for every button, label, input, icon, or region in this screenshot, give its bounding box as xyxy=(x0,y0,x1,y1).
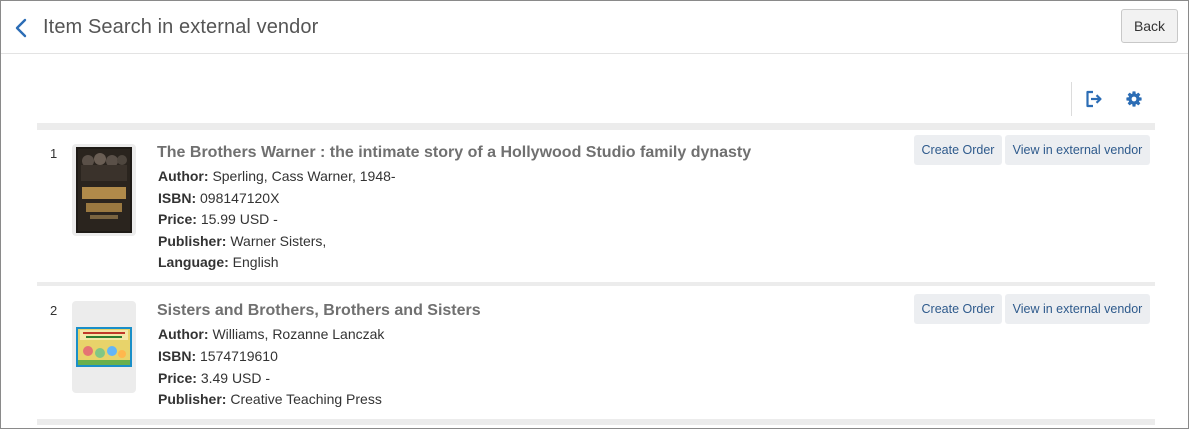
price-label: Price: xyxy=(158,370,197,386)
results-bottom-divider xyxy=(37,419,1155,425)
price-value: 15.99 USD - xyxy=(200,211,278,227)
isbn-label: ISBN: xyxy=(158,348,197,364)
isbn-value: 1574719610 xyxy=(200,348,278,364)
page-frame: Item Search in external vendor Back 1 Th… xyxy=(0,0,1189,429)
publisher-label: Publisher: xyxy=(158,391,227,407)
author-field: Author: Williams, Rozanne Lanczak xyxy=(158,326,384,342)
result-item: 2 Sisters and Brothers, Brothers and Sis… xyxy=(37,286,1155,419)
author-value: Williams, Rozanne Lanczak xyxy=(212,326,385,342)
back-chevron-icon[interactable] xyxy=(13,17,29,39)
export-icon[interactable] xyxy=(1084,89,1104,109)
view-in-external-vendor-button[interactable]: View in external vendor xyxy=(1005,294,1150,324)
book-cover-art xyxy=(76,327,132,367)
price-label: Price: xyxy=(158,211,197,227)
price-value: 3.49 USD - xyxy=(200,370,271,386)
create-order-button[interactable]: Create Order xyxy=(914,135,1002,165)
page-title: Item Search in external vendor xyxy=(43,16,319,38)
isbn-value: 098147120X xyxy=(200,190,280,206)
author-label: Author: xyxy=(158,326,209,342)
price-field: Price: 15.99 USD - xyxy=(158,211,278,227)
result-item: 1 The Brothers Warner : the intimate sto… xyxy=(37,130,1155,282)
language-label: Language: xyxy=(158,254,229,270)
publisher-field: Publisher: Warner Sisters, xyxy=(158,233,326,249)
isbn-field: ISBN: 1574719610 xyxy=(158,348,278,364)
page-header: Item Search in external vendor Back xyxy=(1,1,1188,54)
language-value: English xyxy=(232,254,279,270)
author-field: Author: Sperling, Cass Warner, 1948- xyxy=(158,168,396,184)
toolbar-divider xyxy=(1071,82,1072,116)
book-cover-image xyxy=(72,144,136,236)
view-in-external-vendor-button[interactable]: View in external vendor xyxy=(1005,135,1150,165)
publisher-value: Warner Sisters, xyxy=(230,233,327,249)
price-field: Price: 3.49 USD - xyxy=(158,370,270,386)
gear-icon[interactable] xyxy=(1124,89,1144,109)
publisher-value: Creative Teaching Press xyxy=(230,391,382,407)
result-index: 1 xyxy=(50,146,58,161)
publisher-label: Publisher: xyxy=(158,233,227,249)
isbn-label: ISBN: xyxy=(158,190,197,206)
result-index: 2 xyxy=(50,303,58,318)
create-order-button[interactable]: Create Order xyxy=(914,294,1002,324)
book-cover-art xyxy=(76,147,132,233)
back-button[interactable]: Back xyxy=(1121,9,1178,43)
author-label: Author: xyxy=(158,168,209,184)
author-value: Sperling, Cass Warner, 1948- xyxy=(212,168,396,184)
book-cover-image xyxy=(72,301,136,393)
language-field: Language: English xyxy=(158,254,279,270)
isbn-field: ISBN: 098147120X xyxy=(158,190,279,206)
result-title-link[interactable]: The Brothers Warner : the intimate story… xyxy=(157,144,751,162)
publisher-field: Publisher: Creative Teaching Press xyxy=(158,391,382,407)
result-title-link[interactable]: Sisters and Brothers, Brothers and Siste… xyxy=(157,302,481,320)
results-top-divider xyxy=(37,123,1155,130)
